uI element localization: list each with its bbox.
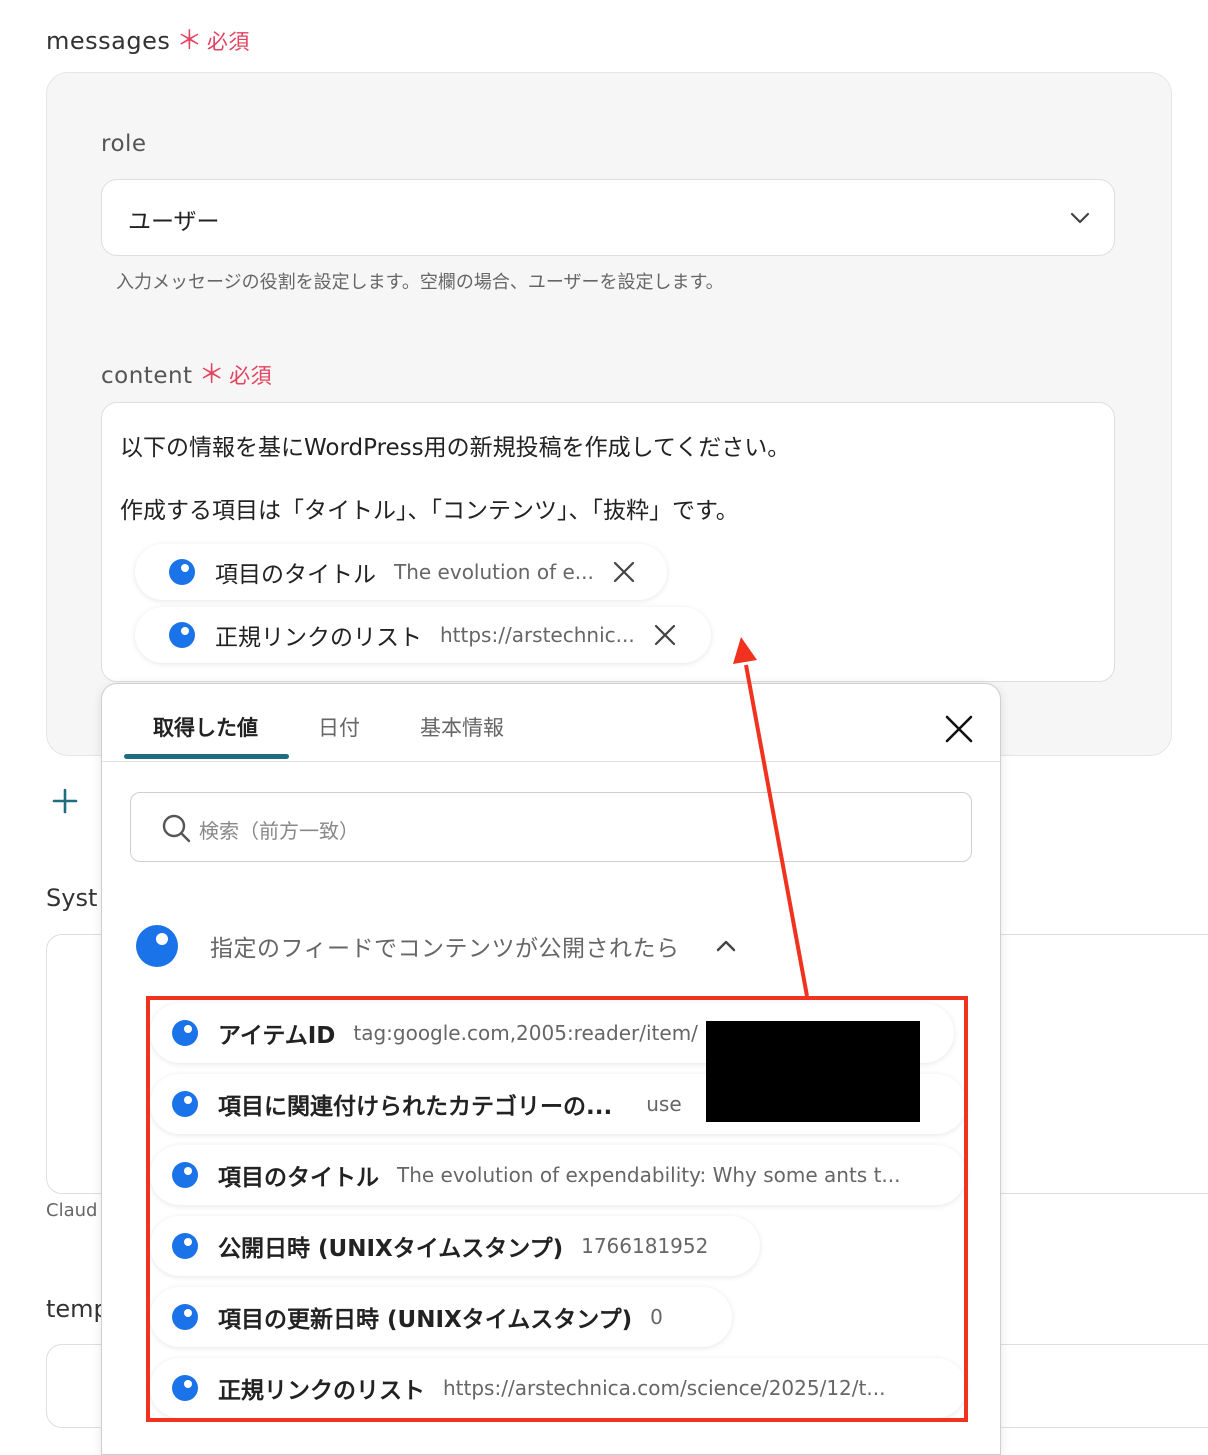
content-chip[interactable]: 正規リンクのリスト https://arstechnic...: [135, 607, 711, 663]
system-label: Syst: [46, 884, 98, 912]
chevron-up-icon: [716, 940, 736, 952]
variable-icon: [169, 559, 195, 585]
content-line-1: 以下の情報を基にWordPress用の新規投稿を作成してください。: [120, 435, 791, 461]
messages-label-text: messages: [46, 27, 171, 55]
role-help-text: 入力メッセージの役割を設定します。空欄の場合、ユーザーを設定します。: [116, 272, 724, 293]
remove-chip-icon[interactable]: [653, 623, 677, 647]
active-tab-indicator: [124, 754, 289, 759]
content-label-text: content: [101, 363, 193, 389]
close-icon[interactable]: [944, 714, 974, 744]
tab-date[interactable]: 日付: [318, 712, 360, 742]
content-line-2: 作成する項目は「タイトル」、「コンテンツ」、「抜粋」です。: [120, 498, 739, 524]
chip-value: https://arstechnic...: [440, 623, 635, 647]
search-placeholder: 検索（前方一致）: [199, 819, 359, 843]
search-icon: [162, 814, 191, 843]
search-input[interactable]: 検索（前方一致）: [130, 792, 972, 862]
trigger-icon: [136, 925, 178, 967]
required-indicator: ＊必須: [176, 26, 250, 56]
role-label: role: [101, 131, 147, 157]
tab-divider: [102, 761, 1000, 762]
tab-retrieved-values[interactable]: 取得した値: [153, 712, 258, 742]
trigger-group-header[interactable]: 指定のフィードでコンテンツが公開されたら: [102, 914, 1000, 978]
variable-icon: [169, 622, 195, 648]
required-indicator: ＊必須: [198, 360, 273, 390]
chip-label: 項目のタイトル: [215, 562, 376, 588]
role-select[interactable]: ユーザー: [101, 179, 1115, 256]
remove-chip-icon[interactable]: [612, 560, 636, 584]
system-help-text: Claud: [46, 1200, 98, 1221]
content-chip[interactable]: 項目のタイトル The evolution of e...: [135, 544, 667, 600]
annotation-highlight-box: [146, 996, 968, 1422]
role-select-value: ユーザー: [128, 209, 220, 235]
messages-label: messages ＊必須: [46, 20, 250, 57]
group-title: 指定のフィードでコンテンツが公開されたら: [210, 936, 680, 962]
tab-basic-info[interactable]: 基本情報: [420, 712, 504, 742]
content-label: content ＊必須: [101, 354, 272, 391]
chip-label: 正規リンクのリスト: [215, 625, 422, 651]
temperature-label: temp: [46, 1295, 109, 1323]
chip-value: The evolution of e...: [394, 560, 594, 584]
chevron-down-icon: [1070, 212, 1090, 224]
add-message-plus-icon[interactable]: [52, 788, 78, 814]
